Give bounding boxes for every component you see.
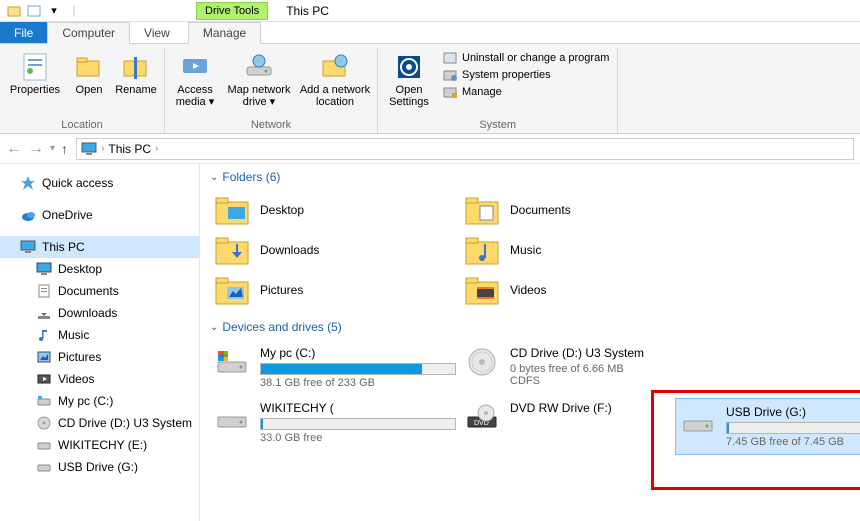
tree-this-pc[interactable]: This PC bbox=[0, 236, 199, 258]
tree-onedrive[interactable]: OneDrive bbox=[0, 204, 199, 226]
capacity-bar bbox=[260, 418, 456, 430]
crumb-separator[interactable]: › bbox=[101, 143, 104, 154]
ribbon-group-system: Open Settings Uninstall or change a prog… bbox=[378, 48, 618, 133]
address-bar-row: ← → ▾ ↑ › This PC › bbox=[0, 134, 860, 164]
ribbon: Properties Open Rename Location Access m… bbox=[0, 44, 860, 134]
manage-button[interactable]: Manage bbox=[442, 84, 609, 100]
folder-music[interactable]: Music bbox=[460, 230, 710, 270]
titlebar: ▾ | Drive Tools This PC bbox=[0, 0, 860, 22]
tree-drive-d[interactable]: CD Drive (D:) U3 System bbox=[0, 412, 199, 434]
properties-button[interactable]: Properties bbox=[4, 48, 66, 119]
tree-drive-c[interactable]: My pc (C:) bbox=[0, 390, 199, 412]
window-title: This PC bbox=[268, 4, 329, 18]
pc-icon bbox=[81, 142, 97, 156]
drive-d[interactable]: CD Drive (D:) U3 System 0 bytes free of … bbox=[460, 340, 710, 395]
drive-g[interactable]: USB Drive (G:) 7.45 GB free of 7.45 GB bbox=[675, 398, 860, 455]
section-folders-header[interactable]: ⌄ Folders (6) bbox=[210, 170, 860, 184]
capacity-bar bbox=[260, 363, 456, 375]
address-bar[interactable]: › This PC › bbox=[76, 138, 854, 160]
folder-videos[interactable]: Videos bbox=[460, 270, 710, 310]
folder-desktop[interactable]: Desktop bbox=[210, 190, 460, 230]
tree-documents[interactable]: Documents bbox=[0, 280, 199, 302]
tree-drive-g[interactable]: USB Drive (G:) bbox=[0, 456, 199, 478]
folder-documents[interactable]: Documents bbox=[460, 190, 710, 230]
open-settings-button[interactable]: Open Settings bbox=[382, 48, 436, 119]
back-button[interactable]: ← bbox=[6, 140, 22, 158]
access-media-button[interactable]: Access media ▾ bbox=[169, 48, 221, 119]
folders-grid: Desktop Documents Downloads Music Pictur… bbox=[210, 190, 860, 310]
app-icon bbox=[6, 3, 22, 19]
qat-separator: | bbox=[66, 3, 82, 19]
tab-view[interactable]: View bbox=[130, 22, 184, 43]
tab-manage[interactable]: Manage bbox=[188, 22, 261, 44]
ribbon-tabs: File Computer View Manage bbox=[0, 22, 860, 44]
tree-videos[interactable]: Videos bbox=[0, 368, 199, 390]
tab-computer[interactable]: Computer bbox=[47, 22, 130, 44]
contextual-tab-label: Drive Tools bbox=[196, 2, 268, 20]
caret-down-icon: ⌄ bbox=[210, 322, 218, 333]
tree-pictures[interactable]: Pictures bbox=[0, 346, 199, 368]
quick-access-toolbar: ▾ | bbox=[0, 3, 88, 19]
tree-desktop[interactable]: Desktop bbox=[0, 258, 199, 280]
tree-music[interactable]: Music bbox=[0, 324, 199, 346]
open-button[interactable]: Open bbox=[68, 48, 110, 119]
navigation-pane: Quick access OneDrive This PC Desktop Do… bbox=[0, 164, 200, 521]
tree-drive-e[interactable]: WIKITECHY (E:) bbox=[0, 434, 199, 456]
ribbon-group-location: Properties Open Rename Location bbox=[0, 48, 165, 133]
ribbon-group-network: Access media ▾ Map network drive ▾ Add a… bbox=[165, 48, 378, 133]
drive-f[interactable]: DVD DVD RW Drive (F:) bbox=[460, 395, 710, 450]
content-pane: ⌄ Folders (6) Desktop Documents Download… bbox=[200, 164, 860, 521]
breadcrumb-root[interactable]: This PC bbox=[108, 142, 151, 156]
folder-downloads[interactable]: Downloads bbox=[210, 230, 460, 270]
drive-c[interactable]: My pc (C:) 38.1 GB free of 233 GB bbox=[210, 340, 460, 395]
caret-down-icon: ⌄ bbox=[210, 172, 218, 183]
map-drive-button[interactable]: Map network drive ▾ bbox=[223, 48, 295, 119]
drive-e[interactable]: WIKITECHY ( 33.0 GB free bbox=[210, 395, 460, 450]
up-button[interactable]: ↑ bbox=[61, 141, 68, 157]
qat-item[interactable] bbox=[26, 3, 42, 19]
tree-downloads[interactable]: Downloads bbox=[0, 302, 199, 324]
add-network-location-button[interactable]: Add a network location bbox=[297, 48, 373, 119]
qat-dropdown[interactable]: ▾ bbox=[46, 3, 62, 19]
section-drives-header[interactable]: ⌄ Devices and drives (5) bbox=[210, 320, 860, 334]
tree-quick-access[interactable]: Quick access bbox=[0, 172, 199, 194]
capacity-bar bbox=[726, 422, 860, 434]
tab-file[interactable]: File bbox=[0, 22, 47, 43]
recent-dropdown[interactable]: ▾ bbox=[50, 143, 55, 154]
forward-button[interactable]: → bbox=[28, 140, 44, 158]
crumb-separator[interactable]: › bbox=[155, 143, 158, 154]
folder-pictures[interactable]: Pictures bbox=[210, 270, 460, 310]
rename-button[interactable]: Rename bbox=[112, 48, 160, 119]
system-properties-button[interactable]: System properties bbox=[442, 67, 609, 83]
uninstall-button[interactable]: Uninstall or change a program bbox=[442, 50, 609, 66]
explorer-body: Quick access OneDrive This PC Desktop Do… bbox=[0, 164, 860, 521]
